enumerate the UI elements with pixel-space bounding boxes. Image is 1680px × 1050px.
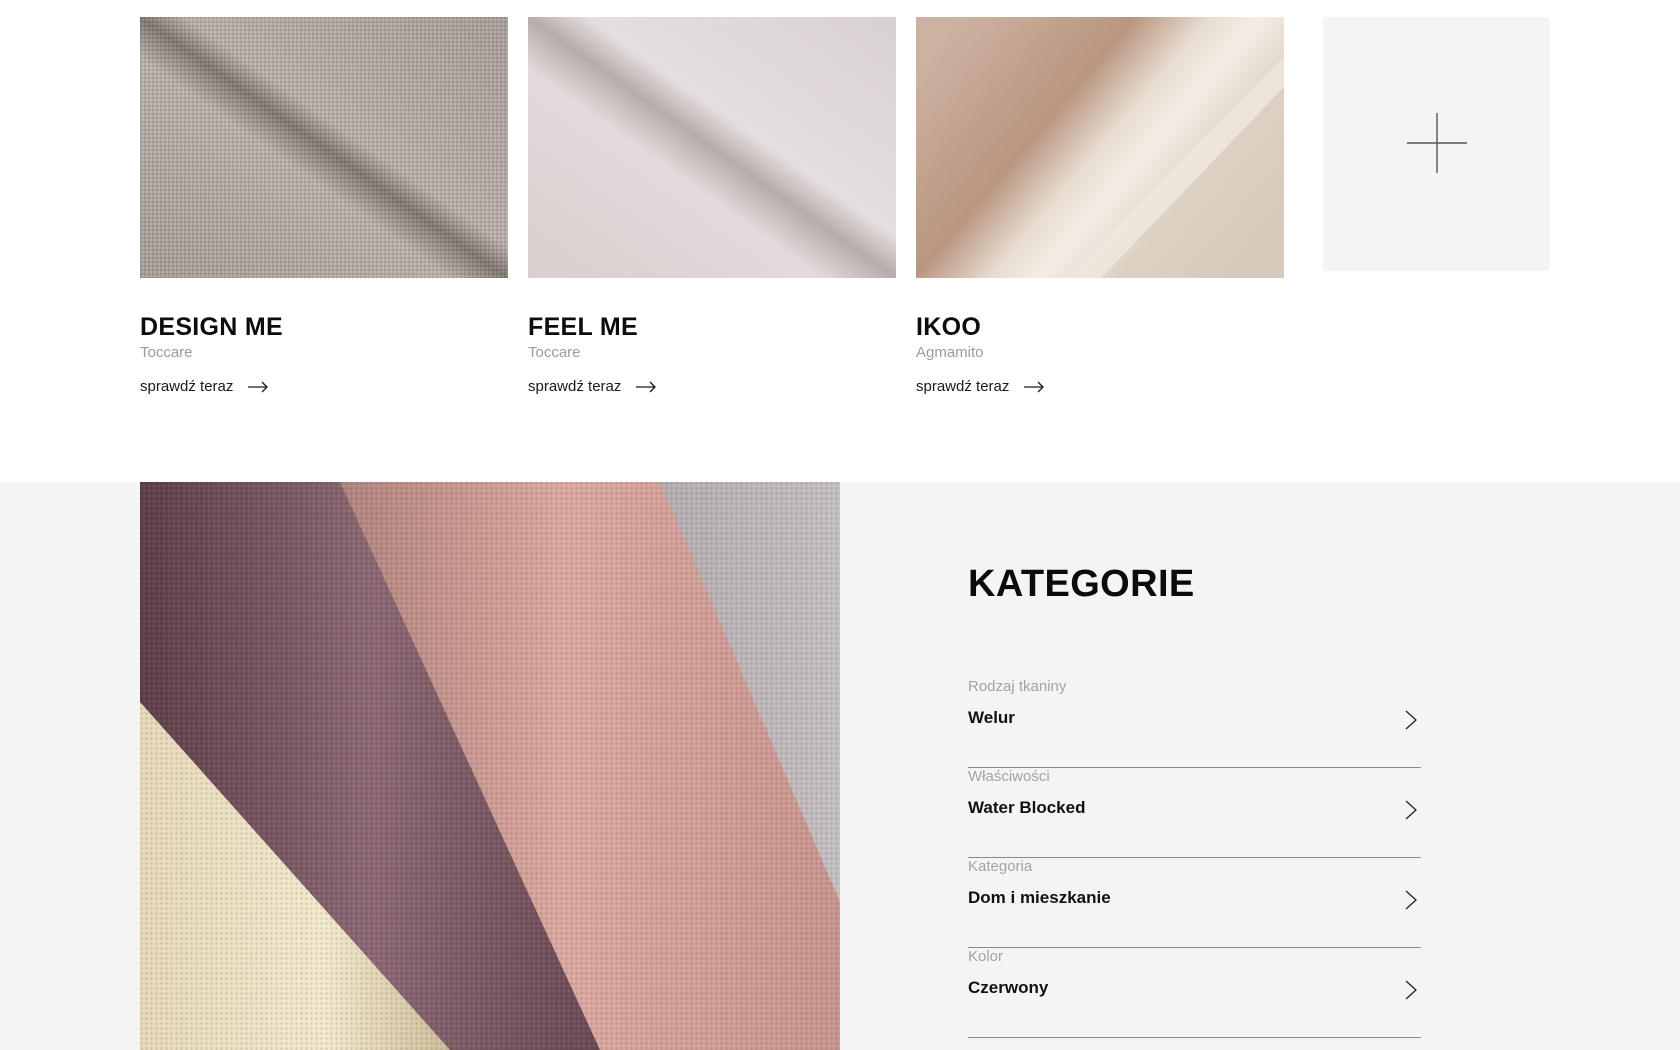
show-more-tile[interactable] (1323, 17, 1550, 271)
filter-value[interactable]: Czerwony (968, 977, 1048, 999)
filter-label: Właściwości (968, 768, 1050, 785)
check-now-label: sprawdź teraz (528, 378, 622, 395)
categories-panel: KATEGORIE Rodzaj tkaniny Welur Właściwoś… (968, 562, 1421, 1038)
arrow-right-icon (1024, 381, 1045, 392)
filter-label: Kolor (968, 948, 1004, 965)
arrow-right-icon (636, 381, 657, 392)
product-card[interactable]: IKOO Agmamito sprawdź teraz (916, 17, 1284, 396)
filter-list: Rodzaj tkaniny Welur Właściwości Water B… (968, 678, 1421, 1038)
fabric-swatch-image[interactable] (140, 17, 508, 278)
categories-heading: KATEGORIE (968, 563, 1195, 605)
product-title[interactable]: FEEL ME (528, 312, 896, 342)
product-title[interactable]: DESIGN ME (140, 312, 508, 342)
filter-label: Rodzaj tkaniny (968, 678, 1067, 695)
filter-value[interactable]: Welur (968, 707, 1015, 729)
fabric-swatch-image[interactable] (916, 17, 1284, 278)
chevron-right-icon[interactable] (1405, 890, 1417, 910)
filter-properties[interactable]: Właściwości Water Blocked (968, 768, 1421, 858)
check-now-label: sprawdź teraz (916, 378, 1010, 395)
filter-label: Kategoria (968, 858, 1033, 875)
product-brand: Agmamito (916, 344, 984, 361)
check-now-link[interactable]: sprawdź teraz (528, 378, 657, 395)
filter-value[interactable]: Water Blocked (968, 797, 1085, 819)
fabric-rolls-image (140, 482, 840, 1050)
product-card[interactable]: DESIGN ME Toccare sprawdź teraz (140, 17, 508, 396)
plus-icon (1407, 113, 1467, 173)
product-brand: Toccare (528, 344, 581, 361)
categories-section: KATEGORIE Rodzaj tkaniny Welur Właściwoś… (0, 482, 1680, 1050)
product-card[interactable]: FEEL ME Toccare sprawdź teraz (528, 17, 896, 396)
product-title[interactable]: IKOO (916, 312, 1284, 342)
page: DESIGN ME Toccare sprawdź teraz FEEL ME … (0, 0, 1680, 1050)
chevron-right-icon[interactable] (1405, 980, 1417, 1000)
check-now-link[interactable]: sprawdź teraz (140, 378, 269, 395)
arrow-right-icon (248, 381, 269, 392)
chevron-right-icon[interactable] (1405, 710, 1417, 730)
chevron-right-icon[interactable] (1405, 800, 1417, 820)
check-now-link[interactable]: sprawdź teraz (916, 378, 1045, 395)
product-brand: Toccare (140, 344, 193, 361)
filter-fabric-type[interactable]: Rodzaj tkaniny Welur (968, 678, 1421, 768)
filter-value[interactable]: Dom i mieszkanie (968, 887, 1111, 909)
filter-category[interactable]: Kategoria Dom i mieszkanie (968, 858, 1421, 948)
fabric-swatch-image[interactable] (528, 17, 896, 278)
product-grid: DESIGN ME Toccare sprawdź teraz FEEL ME … (140, 17, 1550, 467)
filter-color[interactable]: Kolor Czerwony (968, 948, 1421, 1038)
check-now-label: sprawdź teraz (140, 378, 234, 395)
